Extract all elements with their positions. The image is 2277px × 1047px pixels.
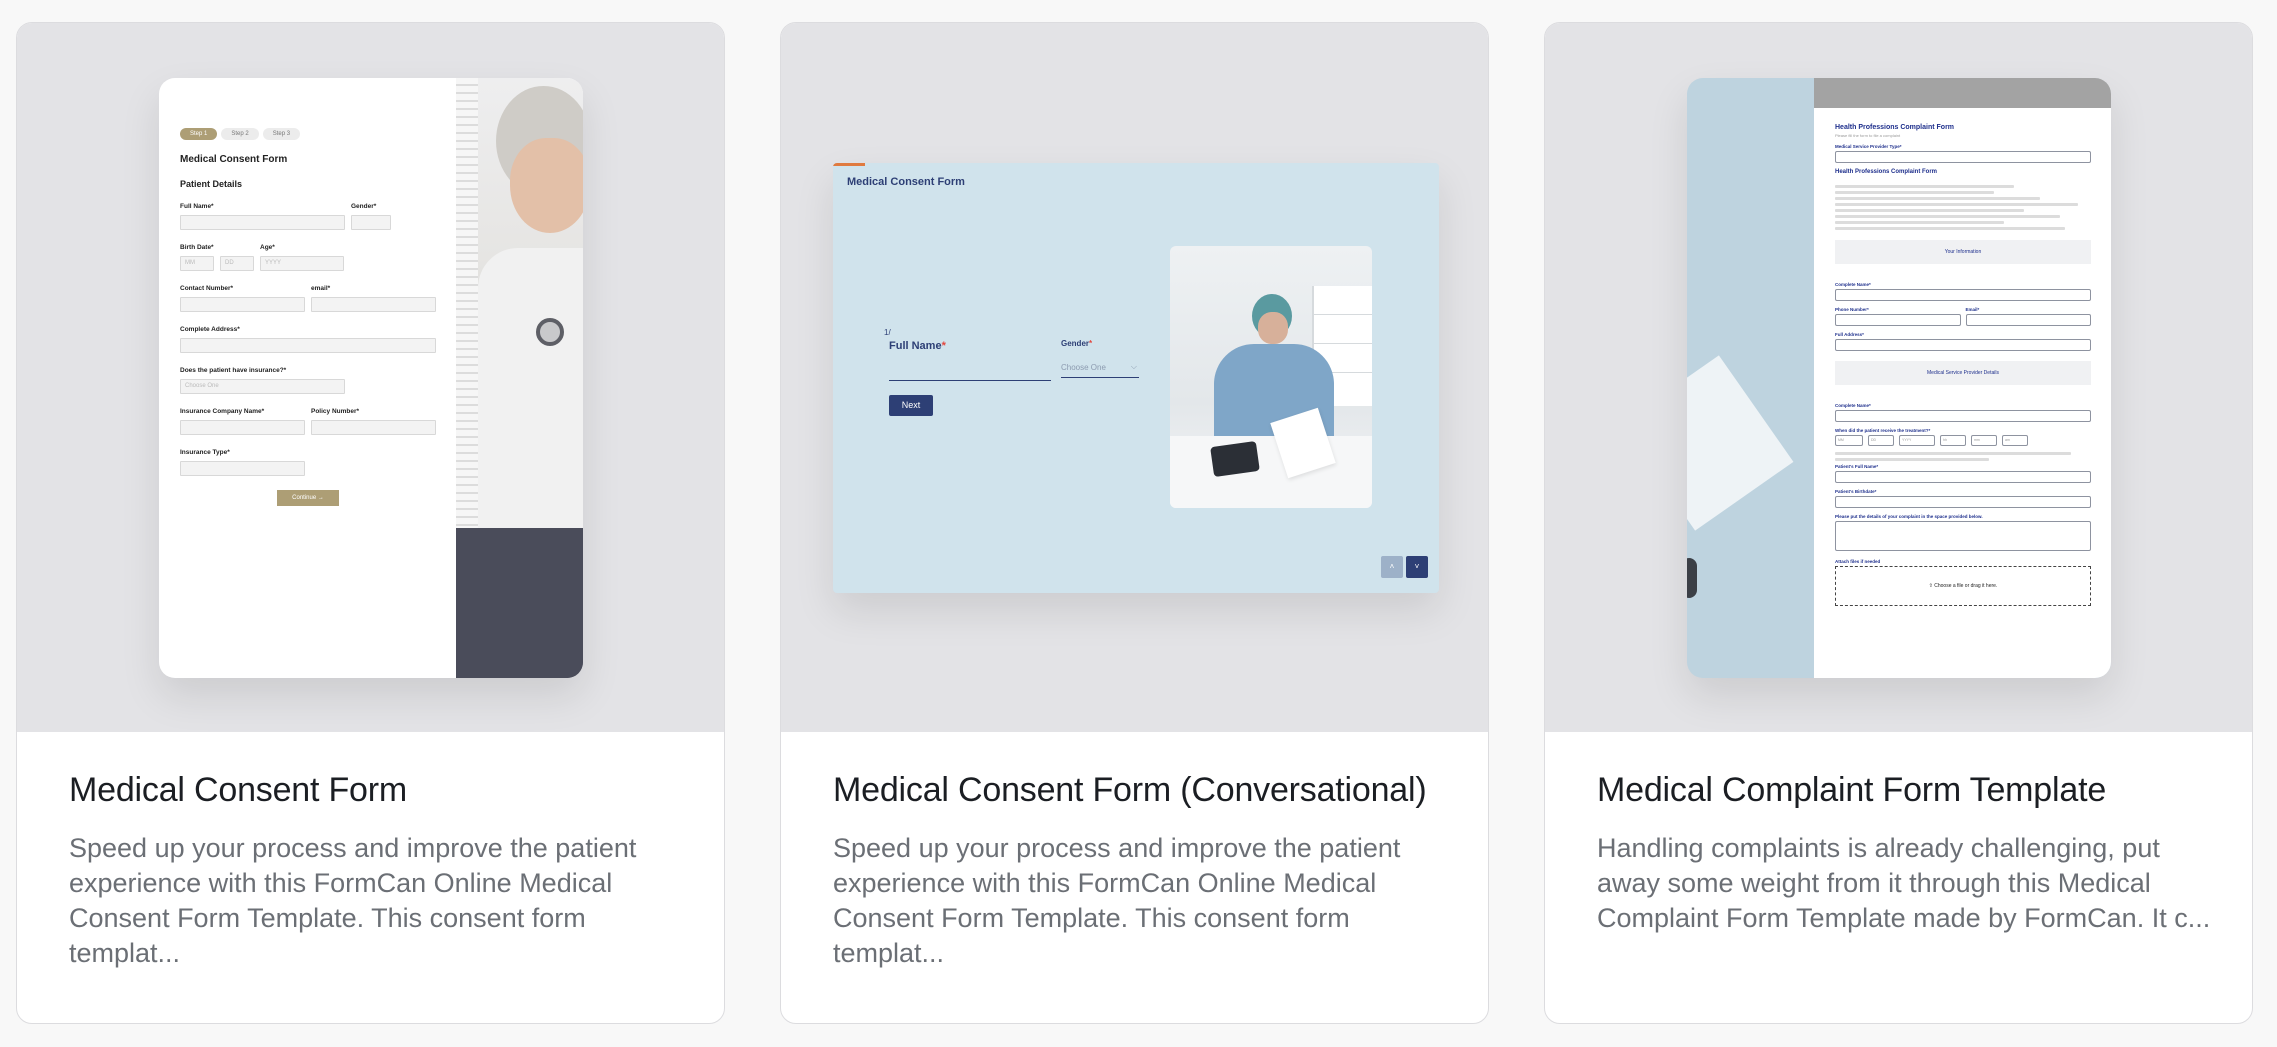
field-label: Please put the details of your complaint…: [1835, 514, 1983, 519]
field-label: Birth Date*: [180, 244, 214, 251]
mock-continue-button: Continue →: [277, 490, 339, 506]
field-label: Medical Service Provider Type*: [1835, 144, 1902, 149]
mock-input: [351, 215, 391, 230]
date-inputs: MM DD YYYY hh mm am: [1835, 435, 2091, 446]
field-label: Complete Name*: [1835, 282, 1871, 287]
field-label: Contact Number*: [180, 285, 234, 292]
doctor-photo: [456, 78, 583, 678]
mock-input: [180, 461, 305, 476]
chevron-down-icon: ⌵: [1130, 362, 1137, 371]
template-preview[interactable]: Medical Consent Form 1/ Full Name* Gende…: [781, 23, 1488, 732]
field-label: Full Name*: [180, 203, 214, 210]
field-label: Insurance Type*: [180, 449, 230, 456]
field-label: Complete Name*: [1835, 403, 1871, 408]
mock-input: DD: [220, 256, 254, 271]
field-label: When did the patient receive the treatme…: [1835, 428, 1931, 433]
mock-input: [180, 420, 305, 435]
template-card-medical-consent[interactable]: Step 1 Step 2 Step 3 Medical Consent For…: [16, 22, 725, 1024]
card-description: Speed up your process and improve the pa…: [833, 833, 1401, 968]
mock-input: [180, 215, 345, 230]
section-band: Your Information: [1835, 240, 2091, 264]
template-preview[interactable]: Step 1 Step 2 Step 3 Medical Consent For…: [17, 23, 724, 732]
mock-form-title: Medical Consent Form: [847, 176, 965, 188]
card-description: Handling complaints is already challengi…: [1597, 833, 2211, 933]
progress-bar: [833, 163, 865, 166]
field-label: Full Address*: [1835, 332, 1864, 337]
template-card-medical-complaint[interactable]: Health Professions Complaint Form Please…: [1544, 22, 2253, 1024]
form-preview-mockup: Medical Consent Form 1/ Full Name* Gende…: [833, 163, 1439, 593]
field-label: Patient's Full Name*: [1835, 464, 1879, 469]
mock-section-title: Health Professions Complaint Form: [1835, 169, 1938, 175]
chevron-up-icon: ˄: [1381, 556, 1403, 578]
card-title[interactable]: Medical Consent Form (Conversational): [833, 771, 1427, 810]
chevron-down-icon: ˅: [1406, 556, 1428, 578]
field-label: Phone Number*: [1835, 307, 1869, 312]
nurse-photo: [1170, 246, 1372, 508]
mock-select: Choose One: [180, 379, 345, 394]
card-title[interactable]: Medical Complaint Form Template: [1597, 771, 2106, 810]
step-indicator: Step 1 Step 2 Step 3: [180, 128, 436, 140]
mock-input: [311, 297, 436, 312]
field-label: Gender*: [351, 203, 377, 210]
mock-form: Step 1 Step 2 Step 3 Medical Consent For…: [180, 128, 436, 506]
field-label: Attach files if needed: [1835, 559, 1881, 564]
step-pill: Step 1: [180, 128, 218, 140]
card-description: Speed up your process and improve the pa…: [69, 833, 637, 968]
mock-gender-select: Choose One ⌵: [1061, 362, 1139, 378]
field-label: Email*: [1965, 307, 1980, 312]
mock-input: [180, 297, 305, 312]
field-label: email*: [311, 285, 331, 292]
template-card-medical-consent-conversational[interactable]: Medical Consent Form 1/ Full Name* Gende…: [780, 22, 1489, 1024]
mock-next-button: Next: [889, 395, 933, 416]
step-pill: Step 2: [221, 128, 259, 140]
field-label: Patient's Birthdate*: [1835, 489, 1877, 494]
field-label: Policy Number*: [311, 408, 360, 415]
form-preview-mockup: Step 1 Step 2 Step 3 Medical Consent For…: [159, 78, 583, 678]
mock-input: [180, 338, 436, 353]
mock-input: [311, 420, 436, 435]
mock-section-title: Patient Details: [180, 179, 243, 189]
mock-input: MM: [180, 256, 214, 271]
field-label: Age*: [260, 244, 275, 251]
gender-label: Gender*: [1061, 339, 1093, 348]
file-drop-zone: ⇧ Choose a file or drag it here.: [1835, 566, 2091, 606]
mock-input-underline: [889, 380, 1051, 381]
question-number: 1/: [884, 328, 891, 337]
mock-input: YYYY: [260, 256, 344, 271]
mock-form-title: Medical Consent Form: [180, 154, 288, 165]
field-label: Complete Address*: [180, 326, 240, 333]
card-title[interactable]: Medical Consent Form: [69, 771, 407, 810]
template-preview[interactable]: Health Professions Complaint Form Please…: [1545, 23, 2252, 732]
mock-form-title: Health Professions Complaint Form: [1835, 124, 1955, 131]
form-preview-mockup: Health Professions Complaint Form Please…: [1687, 78, 2111, 678]
field-label: Insurance Company Name*: [180, 408, 265, 415]
question-label: Full Name*: [889, 340, 946, 352]
section-band: Medical Service Provider Details: [1835, 361, 2091, 385]
step-pill: Step 3: [262, 128, 301, 140]
mock-form-sheet: Health Professions Complaint Form Please…: [1814, 78, 2111, 678]
mock-form-subtitle: Please fill the form to file a complaint: [1835, 133, 1901, 138]
field-label: Does the patient have insurance?*: [180, 367, 287, 374]
